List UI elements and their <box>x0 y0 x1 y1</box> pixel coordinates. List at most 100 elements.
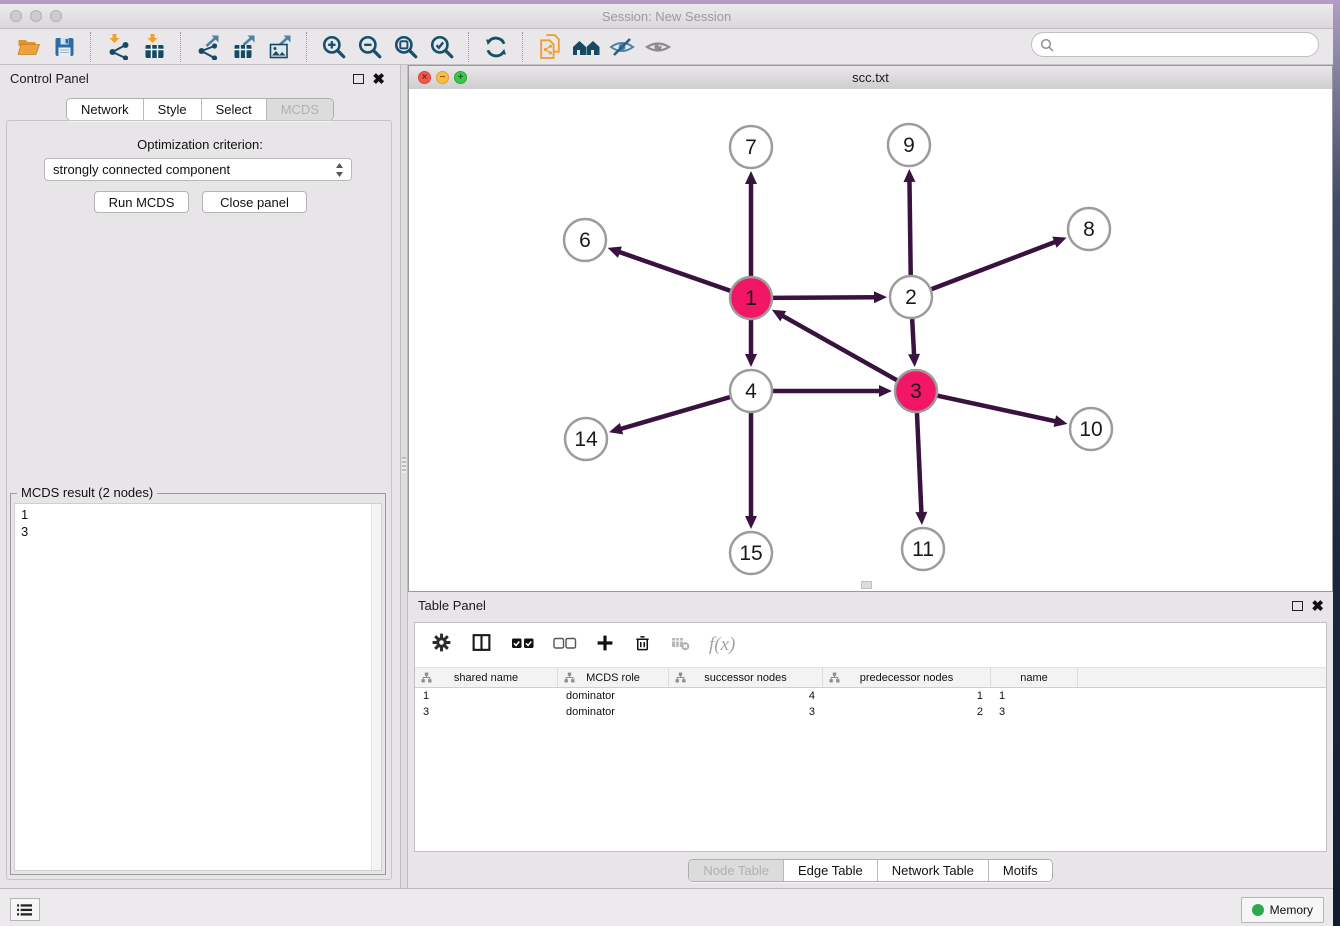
column-header-successor-nodes[interactable]: successor nodes <box>669 668 823 687</box>
tab-select[interactable]: Select <box>201 99 266 120</box>
tab-mcds[interactable]: MCDS <box>266 99 333 120</box>
open-session-icon[interactable] <box>10 32 46 62</box>
table-row[interactable]: 1dominator411 <box>415 688 1326 704</box>
column-header-name[interactable]: name <box>991 668 1078 687</box>
memory-status-dot <box>1252 904 1264 916</box>
table-cell[interactable]: 4 <box>669 688 823 704</box>
table-cell[interactable]: 3 <box>669 704 823 720</box>
table-cell[interactable]: 1 <box>823 688 991 704</box>
hide-selected-icon[interactable] <box>604 32 640 62</box>
tab-motifs[interactable]: Motifs <box>988 860 1052 881</box>
table-cell[interactable]: dominator <box>558 704 669 720</box>
tab-edge-table[interactable]: Edge Table <box>783 860 877 881</box>
task-history-button[interactable] <box>10 898 40 921</box>
table-toolbar: f(x) <box>415 623 1326 667</box>
graph-edge-1-6[interactable] <box>618 252 730 291</box>
column-header-shared-name[interactable]: shared name <box>415 668 558 687</box>
application-window: Session: New Session <box>0 0 1340 926</box>
graph-node-label-2: 2 <box>905 286 917 309</box>
zoom-selected-icon[interactable] <box>424 32 460 62</box>
network-window-title: scc.txt <box>409 70 1332 85</box>
control-panel: Control Panel ✖ NetworkStyleSelectMCDS O… <box>0 65 400 888</box>
column-header-MCDS-role[interactable]: MCDS role <box>558 668 669 687</box>
result-scrollbar[interactable] <box>371 504 381 870</box>
column-header-predecessor-nodes[interactable]: predecessor nodes <box>823 668 991 687</box>
graph-edge-arrowhead <box>1054 415 1068 427</box>
tab-network[interactable]: Network <box>67 99 143 120</box>
mcds-result-group: MCDS result (2 nodes) 1 3 <box>10 493 386 875</box>
mcds-result-text[interactable]: 1 3 <box>14 503 382 871</box>
select-all-checkboxes-icon[interactable] <box>511 636 535 655</box>
network-window-titlebar[interactable]: × − + scc.txt <box>409 66 1332 90</box>
graph-edge-2-8[interactable] <box>932 241 1057 289</box>
settings-gear-icon[interactable] <box>431 632 452 658</box>
graph-edge-1-2[interactable] <box>773 297 876 298</box>
table-cell[interactable]: 2 <box>823 704 991 720</box>
add-column-icon[interactable] <box>595 633 615 658</box>
graph-node-label-14: 14 <box>574 428 598 451</box>
run-mcds-button[interactable]: Run MCDS <box>94 191 189 213</box>
mcds-result-title: MCDS result (2 nodes) <box>17 485 157 500</box>
graph-edge-3-1[interactable] <box>781 315 896 380</box>
graph-node-label-11: 11 <box>912 538 934 561</box>
graph-edge-3-10[interactable] <box>937 396 1056 422</box>
tab-node-table[interactable]: Node Table <box>689 860 783 881</box>
delete-table-icon[interactable] <box>670 634 691 657</box>
close-panel-button[interactable]: Close panel <box>202 191 307 213</box>
graph-edge-4-14[interactable] <box>620 397 730 429</box>
network-graph[interactable]: 7968124314101511 <box>409 89 1332 591</box>
table-cell[interactable]: 1 <box>991 688 1078 704</box>
zoom-fit-icon[interactable] <box>388 32 424 62</box>
panel-splitter[interactable] <box>400 65 408 888</box>
graph-node-label-9: 9 <box>903 134 915 157</box>
float-table-panel-icon[interactable] <box>1292 601 1303 611</box>
home-icon[interactable] <box>568 32 604 62</box>
split-view-icon[interactable] <box>470 632 493 658</box>
network-canvas[interactable]: 7968124314101511 <box>409 89 1332 591</box>
graph-edge-2-3[interactable] <box>912 319 914 356</box>
graph-node-label-10: 10 <box>1079 418 1102 441</box>
zoom-in-icon[interactable] <box>316 32 352 62</box>
splitter-grip[interactable] <box>402 457 406 473</box>
close-table-panel-icon[interactable]: ✖ <box>1311 602 1324 612</box>
graph-node-label-7: 7 <box>745 136 757 159</box>
tab-style[interactable]: Style <box>143 99 201 120</box>
zoom-out-icon[interactable] <box>352 32 388 62</box>
memory-button[interactable]: Memory <box>1241 897 1324 923</box>
import-network-icon[interactable] <box>100 32 136 62</box>
function-builder-icon[interactable]: f(x) <box>709 634 735 656</box>
criterion-value: strongly connected component <box>53 162 230 177</box>
search-input[interactable] <box>1059 36 1318 53</box>
network-resize-grip[interactable] <box>861 581 872 589</box>
table-row[interactable]: 3dominator323 <box>415 704 1326 720</box>
save-session-icon[interactable] <box>46 32 82 62</box>
float-panel-icon[interactable] <box>353 74 364 84</box>
export-network-icon[interactable] <box>190 32 226 62</box>
search-icon <box>1040 38 1054 52</box>
show-all-icon[interactable] <box>640 32 676 62</box>
table-cell[interactable]: 1 <box>415 688 558 704</box>
search-field[interactable] <box>1031 32 1319 57</box>
main-toolbar <box>0 29 1333 65</box>
graph-edge-arrowhead <box>608 247 622 258</box>
table-cell[interactable]: dominator <box>558 688 669 704</box>
graph-edge-2-9[interactable] <box>909 180 910 275</box>
graph-edge-3-11[interactable] <box>917 413 921 514</box>
close-panel-icon[interactable]: ✖ <box>372 75 385 85</box>
optimization-criterion-label: Optimization criterion: <box>0 137 400 152</box>
export-image-icon[interactable] <box>262 32 298 62</box>
criterion-select[interactable]: strongly connected component <box>44 158 352 181</box>
tab-network-table[interactable]: Network Table <box>877 860 988 881</box>
export-table-icon[interactable] <box>226 32 262 62</box>
import-table-icon[interactable] <box>136 32 172 62</box>
deselect-all-checkboxes-icon[interactable] <box>553 636 577 655</box>
list-icon <box>16 903 34 917</box>
table-cell[interactable]: 3 <box>415 704 558 720</box>
table-cell[interactable]: 3 <box>991 704 1078 720</box>
new-network-from-selection-icon[interactable] <box>532 32 568 62</box>
refresh-view-icon[interactable] <box>478 32 514 62</box>
toolbar-separator <box>306 32 308 62</box>
table-panel: Table Panel ✖ f(x) shared nameMCDS roles… <box>408 592 1333 888</box>
delete-columns-icon[interactable] <box>633 633 652 658</box>
table-header-row: shared nameMCDS rolesuccessor nodesprede… <box>415 667 1326 688</box>
